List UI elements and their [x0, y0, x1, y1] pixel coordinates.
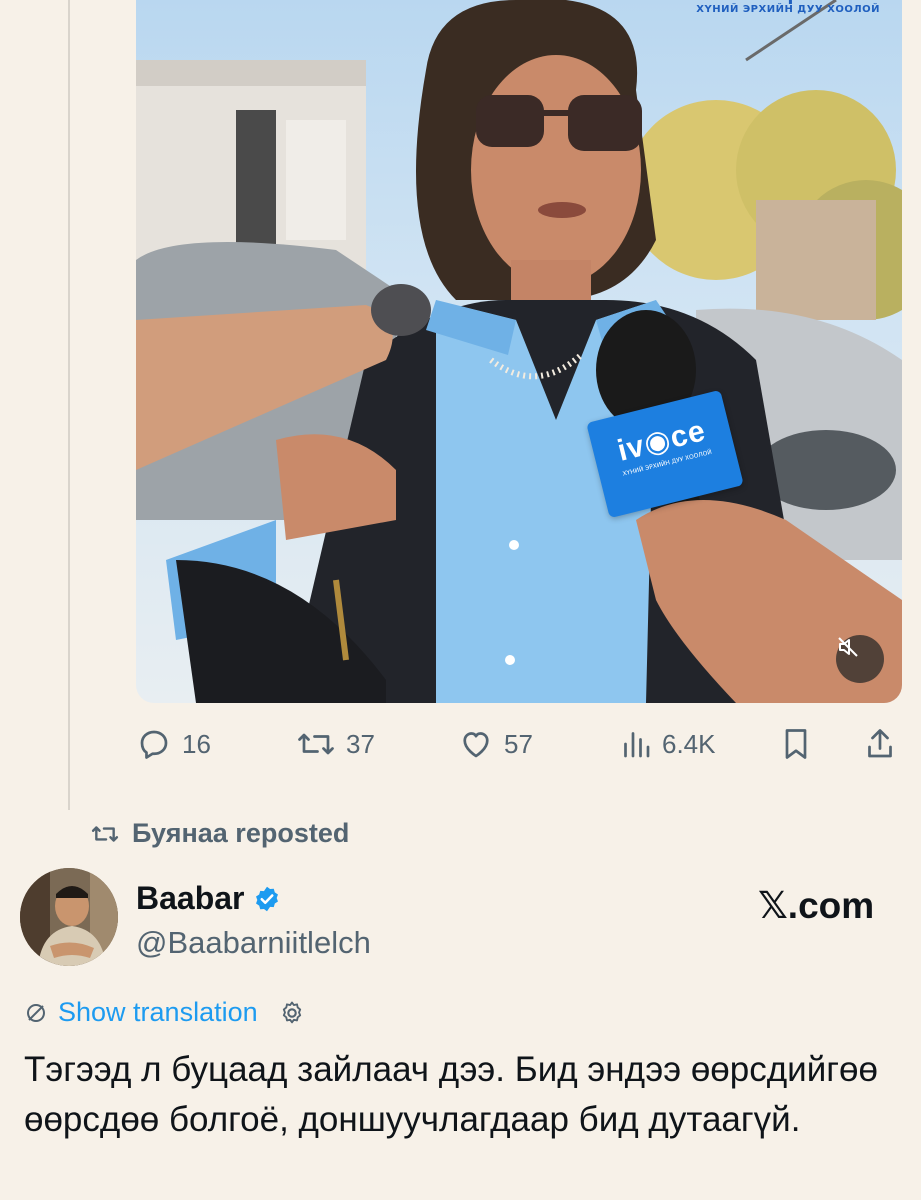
- repost-icon: [298, 733, 334, 755]
- views-button[interactable]: 6.4K: [620, 722, 716, 766]
- reply-count: 16: [182, 728, 211, 759]
- thread-connector-line: [68, 0, 70, 810]
- views-chart-icon: [624, 732, 650, 758]
- translation-row: Show translation: [24, 997, 306, 1028]
- share-button[interactable]: [864, 722, 896, 766]
- like-count: 57: [504, 728, 533, 759]
- verified-badge-icon: [255, 886, 278, 911]
- brand-caption: ХҮНИЙ ЭРХИЙН ДУУ ХООЛОЙ: [696, 4, 880, 15]
- post-action-bar: 16 37 57 6.4K: [136, 722, 902, 766]
- heart-icon: [463, 732, 489, 758]
- video-frame-illustration: [136, 0, 902, 703]
- views-count: 6.4K: [662, 728, 716, 759]
- repost-button[interactable]: 37: [296, 722, 375, 766]
- repost-count: 37: [346, 728, 375, 759]
- share-icon: [868, 729, 892, 758]
- post-video[interactable]: i••••• ХҮНИЙ ЭРХИЙН ДУУ ХООЛОЙ iv◉ce ХҮН…: [136, 0, 902, 703]
- author-display-name: Baabar: [136, 880, 245, 916]
- bookmark-icon: [785, 729, 807, 759]
- x-com-watermark: 𝕏.com: [758, 885, 875, 926]
- like-button[interactable]: 57: [458, 722, 533, 766]
- reply-button[interactable]: 16: [136, 722, 211, 766]
- author-handle[interactable]: @Baabarniitlelch: [136, 925, 371, 961]
- avatar-photo: [20, 868, 118, 966]
- author-name-row[interactable]: Baabar: [136, 880, 281, 917]
- translate-globe-icon: [27, 1003, 45, 1022]
- repost-small-icon: [91, 825, 119, 842]
- author-avatar[interactable]: [20, 868, 118, 966]
- reply-icon: [140, 730, 168, 759]
- speaker-muted-icon: [838, 637, 858, 657]
- mute-toggle-button[interactable]: [836, 635, 884, 683]
- reposted-by-text: Буянаа reposted: [132, 818, 350, 848]
- show-translation-link[interactable]: Show translation: [58, 997, 258, 1028]
- gear-icon[interactable]: [278, 999, 306, 1027]
- post-body-text: Тэгээд л буцаад зайлаач дээ. Бид эндээ ө…: [24, 1050, 878, 1139]
- bookmark-button[interactable]: [780, 722, 812, 766]
- reposted-by-line[interactable]: Буянаа reposted: [90, 818, 349, 849]
